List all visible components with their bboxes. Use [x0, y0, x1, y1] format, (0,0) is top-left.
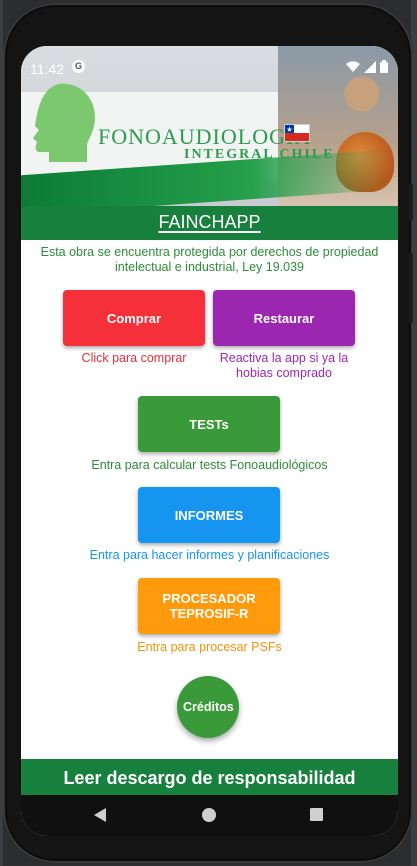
system-nav-bar	[21, 795, 398, 836]
tests-button[interactable]: TESTs	[138, 396, 280, 452]
battery-icon	[380, 60, 388, 73]
reports-caption: Entra para hacer informes y planificacio…	[89, 548, 330, 562]
recents-icon[interactable]	[310, 808, 323, 821]
app-title-bar: FAINCHAPP	[21, 206, 398, 240]
credits-button[interactable]: Créditos	[177, 676, 239, 738]
buy-caption: Click para comprar	[81, 351, 187, 365]
home-icon[interactable]	[202, 808, 216, 822]
reports-button[interactable]: INFORMES	[138, 487, 280, 543]
restore-caption: Reactiva la app si ya la hobias comprado	[219, 351, 349, 380]
phone-screen: FONOAUDIOLOGÍA INTEGRAL CHILE 11:42 G FA…	[21, 46, 398, 836]
disclaimer-link[interactable]: Leer descargo de responsabilidad	[21, 759, 398, 797]
tests-caption: Entra para calcular tests Fonoaudiológic…	[91, 458, 328, 472]
app-notification-icon: G	[72, 60, 85, 73]
volume-button	[409, 253, 413, 323]
status-time: 11:42	[30, 61, 64, 77]
signal-icon	[364, 60, 376, 73]
power-button	[409, 183, 413, 221]
disclaimer-bar[interactable]: Leer descargo de responsabilidad	[21, 759, 398, 795]
processor-caption: Entra para procesar PSFs	[137, 640, 282, 654]
chile-flag-icon	[284, 124, 310, 142]
status-system-icons	[346, 60, 388, 73]
buy-button[interactable]: Comprar	[63, 290, 205, 346]
wifi-icon	[346, 60, 360, 72]
processor-button[interactable]: PROCESADOR TEPROSIF-R	[138, 578, 280, 634]
status-bar: 11:42 G	[21, 46, 398, 90]
banner-subtitle: INTEGRAL CHILE	[184, 147, 335, 162]
back-icon[interactable]	[93, 807, 107, 823]
restore-button[interactable]: Restaurar	[213, 290, 355, 346]
app-title: FAINCHAPP	[158, 212, 261, 232]
head-silhouette-icon	[33, 83, 95, 162]
copyright-notice: Esta obra se encuentra protegida por der…	[40, 245, 379, 274]
